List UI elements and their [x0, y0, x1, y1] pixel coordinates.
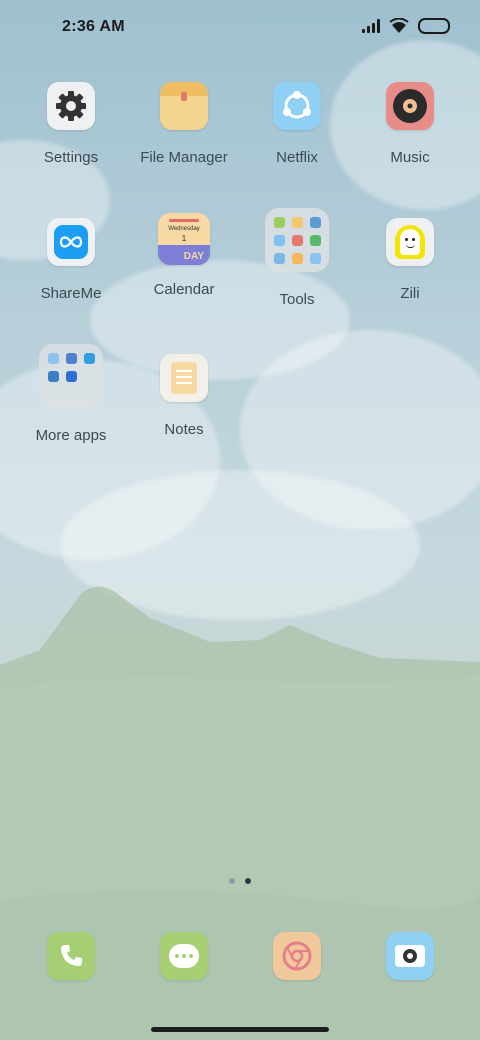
dock-messages[interactable]	[128, 932, 240, 980]
zili-icon	[386, 218, 434, 266]
camera-icon	[386, 932, 434, 980]
gear-icon	[47, 82, 95, 130]
app-label: More apps	[35, 427, 107, 444]
app-label: Music	[390, 149, 430, 166]
page-dot-2-active[interactable]	[245, 878, 251, 884]
calendar-day-num: 1	[181, 234, 187, 243]
folder-tools-icon	[265, 208, 329, 272]
status-time: 2:36 AM	[62, 18, 125, 35]
notes-icon	[160, 354, 208, 402]
app-label: Notes	[164, 421, 204, 438]
browser-icon	[273, 932, 321, 980]
share-icon	[273, 82, 321, 130]
dock-camera[interactable]	[354, 932, 466, 980]
battery-icon	[418, 18, 450, 34]
app-settings[interactable]: Settings	[15, 82, 127, 166]
app-label: Calendar	[153, 281, 215, 298]
app-label: Settings	[43, 149, 99, 166]
message-icon	[160, 932, 208, 980]
app-shareme[interactable]: ShareMe	[15, 218, 127, 302]
app-music[interactable]: Music	[354, 82, 466, 166]
folder-more-icon	[39, 344, 103, 408]
home-indicator[interactable]	[151, 1027, 329, 1032]
infinity-icon	[47, 218, 95, 266]
dock-phone[interactable]	[15, 932, 127, 980]
app-notes[interactable]: Notes	[128, 354, 240, 438]
app-file-manager[interactable]: File Manager	[128, 82, 240, 166]
calendar-icon: Wednesday 1 DAY	[158, 213, 210, 265]
calendar-day-name: Wednesday	[168, 226, 200, 232]
app-label: Zili	[400, 285, 420, 302]
app-zili[interactable]: Zili	[354, 218, 466, 302]
calendar-day-word: DAY	[183, 251, 204, 262]
app-label: Tools	[279, 291, 315, 308]
app-calendar[interactable]: Wednesday 1 DAY Calendar	[128, 213, 240, 298]
status-icons	[362, 18, 450, 34]
wifi-icon	[389, 18, 409, 33]
vinyl-icon	[386, 82, 434, 130]
signal-icon	[362, 19, 380, 33]
page-dot-1[interactable]	[229, 878, 235, 884]
app-label: Netflix	[276, 149, 318, 166]
folder-icon	[160, 82, 208, 130]
app-tools[interactable]: Tools	[241, 208, 353, 308]
dock-browser[interactable]	[241, 932, 353, 980]
phone-icon	[47, 932, 95, 980]
status-bar: 2:36 AM	[0, 0, 480, 56]
app-label: ShareMe	[40, 285, 102, 302]
app-netflix[interactable]: Netflix	[241, 82, 353, 166]
app-label: File Manager	[140, 149, 228, 166]
page-indicator[interactable]	[0, 878, 480, 884]
app-more-apps[interactable]: More apps	[15, 344, 127, 444]
